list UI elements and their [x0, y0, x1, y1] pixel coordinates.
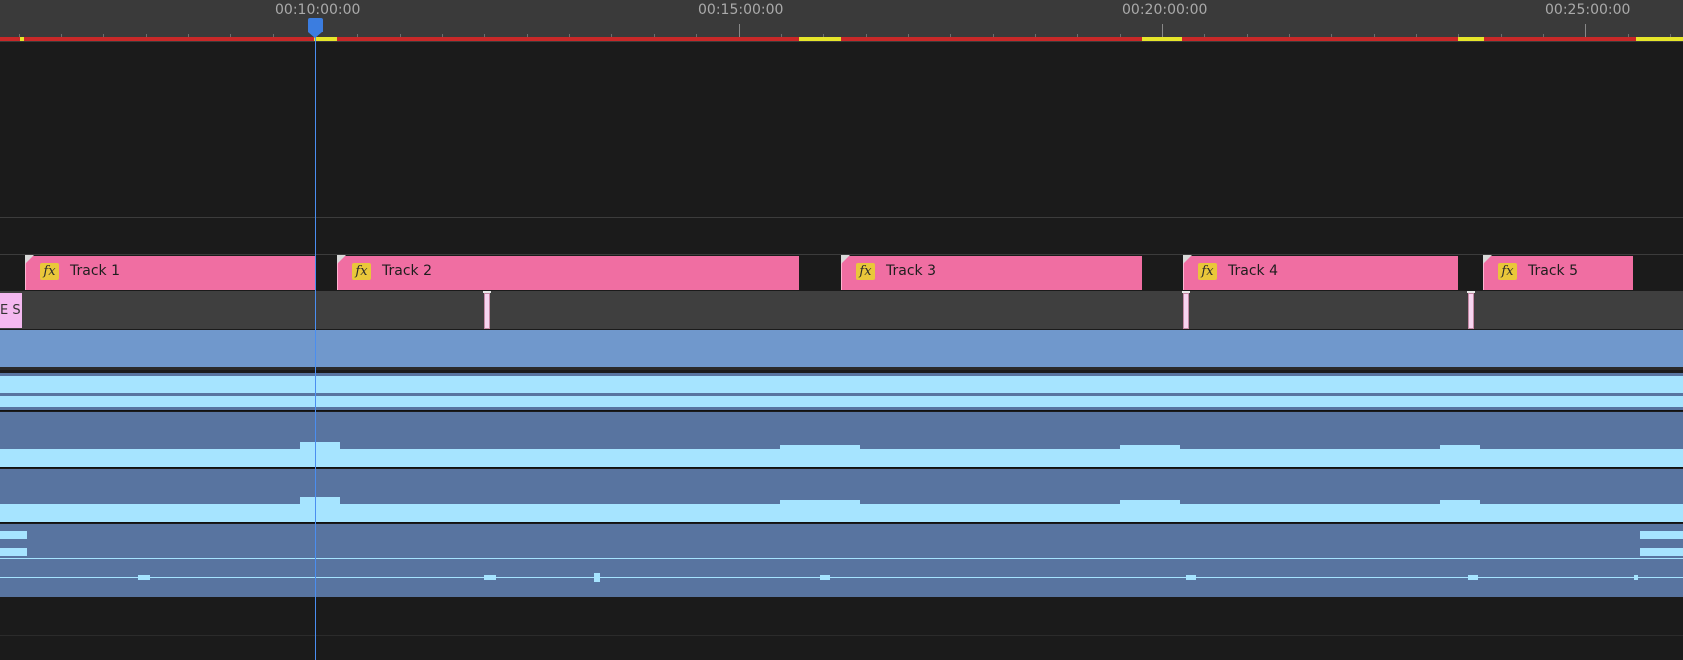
render-bar-yellow — [799, 37, 841, 41]
audio-track-7[interactable] — [0, 578, 1683, 597]
clip-track-5[interactable]: fx Track 5 — [1483, 255, 1633, 290]
audio-waveform — [0, 531, 1683, 539]
audio-waveform — [0, 442, 1683, 467]
ruler-label-15min: 00:15:00:00 — [698, 2, 784, 18]
transition-track[interactable] — [0, 291, 1683, 329]
video-track-clip[interactable] — [0, 330, 1683, 367]
fx-badge-icon[interactable]: fx — [1498, 263, 1517, 280]
clip-corner-icon — [1183, 255, 1192, 264]
render-bar-red — [0, 37, 1683, 41]
track-divider — [0, 522, 1683, 523]
audio-waveform — [0, 548, 1683, 556]
fx-badge-icon[interactable]: fx — [856, 263, 875, 280]
clip-corner-icon — [1483, 255, 1492, 264]
ruler-label-25min: 00:25:00:00 — [1545, 2, 1631, 18]
audio-waveform — [138, 573, 1638, 577]
clip-track-1[interactable]: fx Track 1 — [25, 255, 316, 290]
audio-waveform — [138, 578, 1638, 582]
audio-track-2[interactable] — [0, 412, 1683, 467]
audio-track-6[interactable] — [0, 559, 1683, 577]
clip-label: Track 3 — [886, 263, 936, 279]
fx-badge-icon[interactable]: fx — [1198, 263, 1217, 280]
audio-track-1[interactable] — [0, 373, 1683, 410]
audio-waveform — [0, 497, 1683, 522]
fx-badge-icon[interactable]: fx — [40, 263, 59, 280]
video-track-empty[interactable] — [0, 43, 1683, 217]
clip-corner-icon — [337, 255, 346, 264]
marker-cap — [1467, 291, 1475, 299]
render-bar-yellow — [1142, 37, 1182, 41]
audio-waveform — [0, 376, 1683, 407]
timeline-ruler[interactable]: 00:10:00:00 00:15:00:00 00:20:00:00 00:2… — [0, 0, 1683, 42]
marker-icon[interactable] — [1467, 291, 1475, 329]
marker-cap — [483, 291, 491, 299]
playhead-line[interactable] — [315, 26, 316, 660]
audio-track-empty[interactable] — [0, 597, 1683, 660]
clip-corner-icon — [841, 255, 850, 264]
clip-label: Track 4 — [1228, 263, 1278, 279]
clip-track-2[interactable]: fx Track 2 — [337, 255, 799, 290]
audio-track-4[interactable] — [0, 524, 1683, 541]
track-divider — [0, 410, 1683, 411]
marker-icon[interactable] — [1182, 291, 1190, 329]
clip-track-3[interactable]: fx Track 3 — [841, 255, 1142, 290]
clip-label: Track 2 — [382, 263, 432, 279]
track-divider — [0, 217, 1683, 218]
clip-corner-icon — [25, 255, 34, 264]
render-bar-yellow — [1458, 37, 1484, 41]
marker-icon[interactable] — [483, 291, 491, 329]
render-bar-yellow — [1636, 37, 1683, 41]
ruler-label-10min: 00:10:00:00 — [275, 2, 361, 18]
track-divider — [0, 367, 1683, 370]
clip-label: Track 1 — [70, 263, 120, 279]
marker-cap — [1182, 291, 1190, 299]
clip-track-4[interactable]: fx Track 4 — [1183, 255, 1458, 290]
playhead-icon[interactable] — [308, 18, 323, 38]
ruler-label-20min: 00:20:00:00 — [1122, 2, 1208, 18]
render-bar-yellow — [20, 37, 24, 41]
track-divider — [0, 467, 1683, 468]
audio-track-3[interactable] — [0, 469, 1683, 522]
left-clip-chip[interactable]: E S — [0, 293, 22, 328]
audio-track-5[interactable] — [0, 541, 1683, 558]
fx-badge-icon[interactable]: fx — [352, 263, 371, 280]
clip-label: Track 5 — [1528, 263, 1578, 279]
track-divider — [0, 635, 1683, 636]
